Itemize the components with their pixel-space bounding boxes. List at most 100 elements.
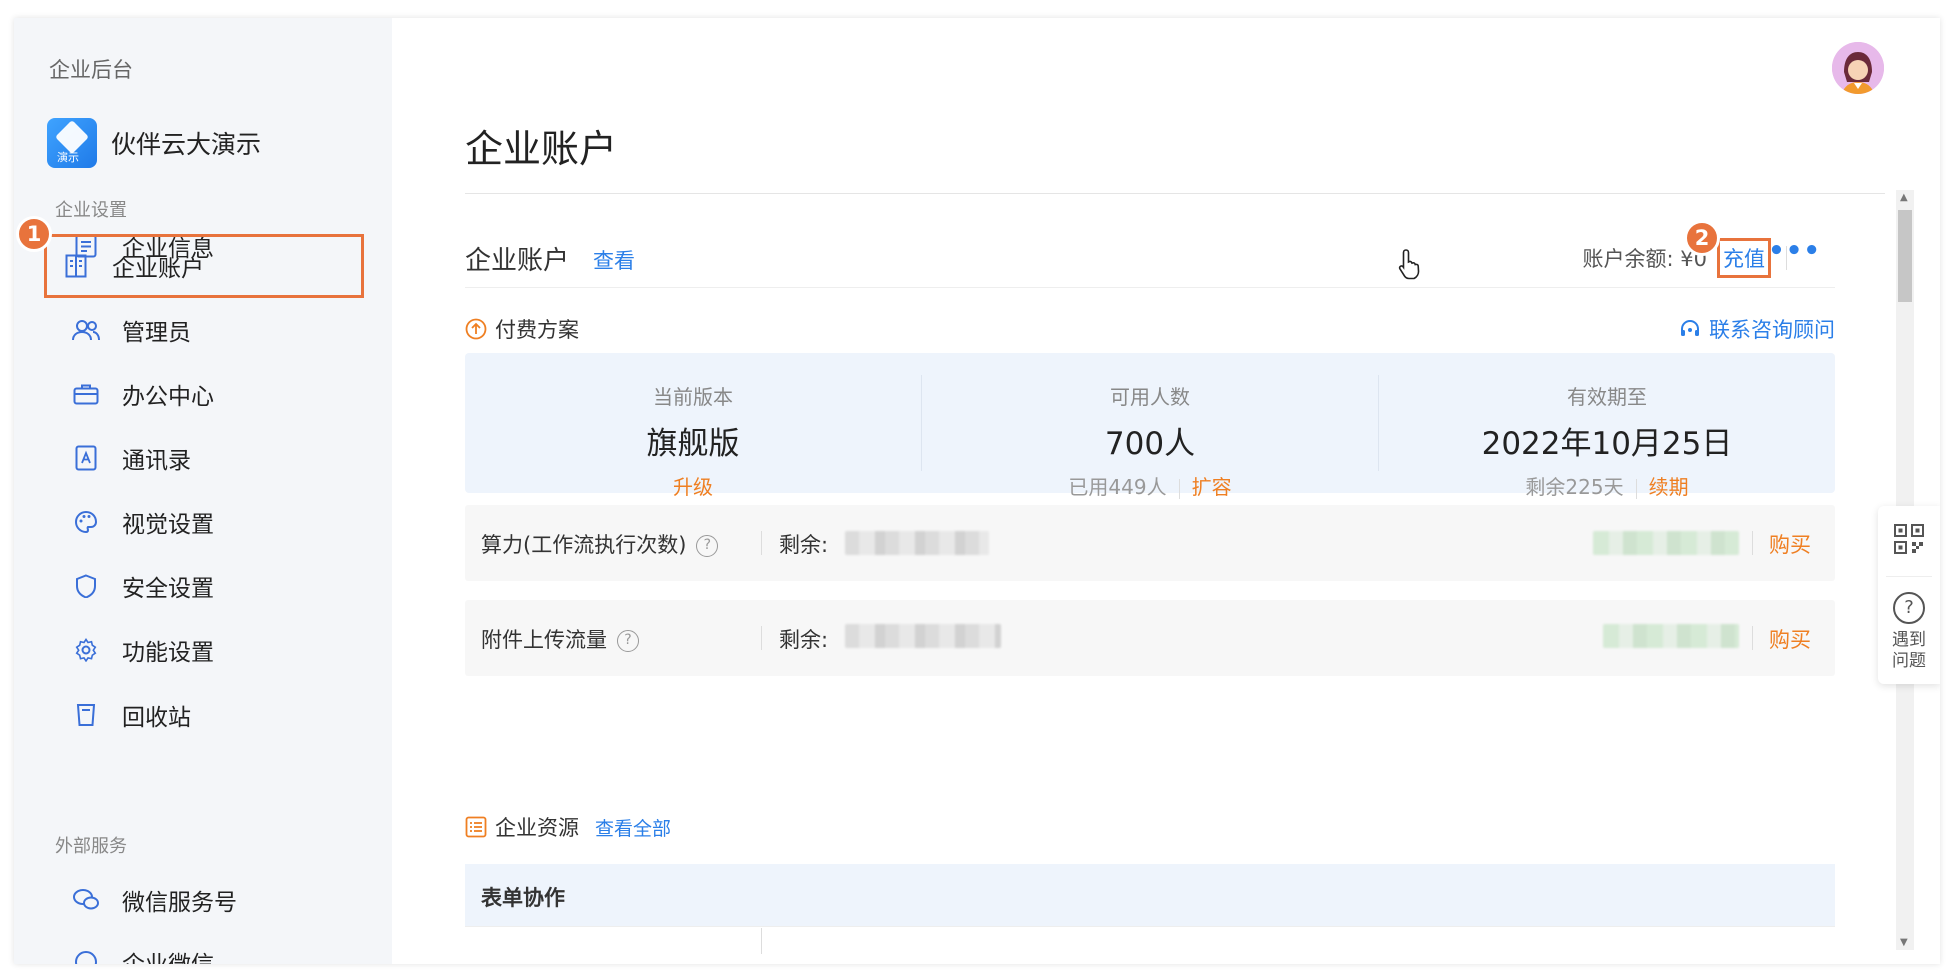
days-remaining: 剩余225天 <box>1525 475 1624 499</box>
resource-name: 算力(工作流执行次数) <box>481 533 687 557</box>
more-options-button[interactable]: ••• <box>1768 236 1821 266</box>
plan-value: 700人 <box>1104 426 1196 462</box>
scroll-up-icon[interactable]: ▲ <box>1900 192 1908 203</box>
sidebar-item-label: 功能设置 <box>122 640 214 666</box>
expand-link[interactable]: 扩容 <box>1192 475 1232 499</box>
sidebar-item-label: 企业微信 <box>122 945 214 964</box>
help-icon[interactable]: ? <box>696 535 719 557</box>
sidebar-item-wechat-service[interactable]: 微信服务号 <box>44 868 364 932</box>
help-icon[interactable]: ? <box>617 630 639 652</box>
redacted-value <box>845 531 989 555</box>
table-header: 表单协作 <box>465 864 1835 926</box>
panel-divider <box>1886 576 1932 577</box>
plan-col-version: 当前版本 旗舰版 升级 <box>465 353 921 499</box>
sidebar-item-label: 通讯录 <box>122 448 191 474</box>
app-window: 企业后台 演示 伙伴云大演示 企业设置 企业信息 企业账户 1 管理员 办公中心… <box>14 18 1940 964</box>
sidebar-item-wework[interactable]: 企业微信 <box>44 930 364 964</box>
contacts-book-icon <box>72 444 100 472</box>
seats-used: 已用449人 <box>1068 475 1167 499</box>
org-logo: 演示 <box>47 118 97 168</box>
resource-remain-label: 剩余: <box>779 533 829 557</box>
org-name: 伙伴云大演示 <box>111 130 262 159</box>
headset-icon <box>1681 320 1699 336</box>
divider <box>1178 478 1180 499</box>
sidebar-item-company-account[interactable]: 企业账户 <box>44 234 364 298</box>
wework-icon <box>72 948 100 964</box>
enterprise-resources-header: 企业资源 查看全部 <box>465 812 671 842</box>
users-icon <box>72 316 100 344</box>
redacted-value <box>1603 624 1739 648</box>
table-column-divider <box>761 928 762 954</box>
scroll-down-icon[interactable]: ▼ <box>1900 937 1908 948</box>
qr-code-icon[interactable] <box>1894 524 1924 558</box>
section-title-external: 外部服务 <box>55 836 127 857</box>
sidebar-item-contacts[interactable]: 通讯录 <box>44 426 364 490</box>
org-switcher[interactable]: 演示 伙伴云大演示 <box>47 118 261 168</box>
palette-icon <box>72 508 100 536</box>
gear-icon <box>72 636 100 664</box>
scrollbar-thumb[interactable] <box>1898 210 1912 302</box>
resource-remain-label: 剩余: <box>779 628 829 652</box>
redacted-value <box>1593 531 1739 555</box>
page-title: 企业账户 <box>465 127 618 171</box>
plan-col-expiry: 有效期至 2022年10月25日 剩余225天 续期 <box>1378 375 1835 499</box>
sidebar-item-feature-settings[interactable]: 功能设置 <box>44 618 364 682</box>
sidebar-top-label: 企业后台 <box>49 58 133 82</box>
resource-name: 附件上传流量 <box>481 628 607 652</box>
upgrade-link[interactable]: 升级 <box>673 475 713 499</box>
resource-row-compute: 算力(工作流执行次数)? 剩余: 购买 <box>465 505 1835 581</box>
sidebar-item-visual-settings[interactable]: 视觉设置 <box>44 490 364 554</box>
org-logo-tag: 演示 <box>57 151 79 164</box>
divider <box>1752 531 1753 555</box>
plan-label: 可用人数 <box>1110 385 1190 409</box>
plan-col-seats: 可用人数 700人 已用449人 扩容 <box>921 375 1378 499</box>
sidebar-item-label: 企业账户 <box>112 256 204 282</box>
divider <box>1635 478 1637 499</box>
sidebar-item-label: 管理员 <box>122 320 191 346</box>
upgrade-arrow-icon <box>465 318 487 340</box>
plan-section-title: 付费方案 <box>495 318 579 342</box>
sidebar-item-admins[interactable]: 管理员 <box>44 298 364 362</box>
shield-icon <box>72 572 100 600</box>
plan-value: 2022年10月25日 <box>1481 426 1733 462</box>
wechat-icon <box>72 886 100 914</box>
divider <box>1752 626 1753 650</box>
plan-label: 有效期至 <box>1567 385 1647 409</box>
plan-summary: 当前版本 旗舰版 升级 可用人数 700人 已用449人 扩容 有效期至 2022… <box>465 353 1835 499</box>
plan-value: 旗舰版 <box>646 426 740 462</box>
account-header: 企业账户 查看 账户余额: ¥0 充值 ••• <box>465 218 1835 288</box>
view-all-link[interactable]: 查看全部 <box>595 814 671 841</box>
resource-row-upload: 附件上传流量? 剩余: 购买 <box>465 600 1835 676</box>
divider <box>761 626 762 650</box>
enterprise-resources-title: 企业资源 <box>495 816 579 840</box>
buy-button[interactable]: 购买 <box>1769 624 1811 654</box>
sidebar-item-label: 安全设置 <box>122 576 214 602</box>
question-icon[interactable]: ? <box>1893 592 1925 624</box>
sidebar: 企业后台 演示 伙伴云大演示 企业设置 企业信息 企业账户 1 管理员 办公中心… <box>14 18 392 964</box>
sidebar-item-security-settings[interactable]: 安全设置 <box>44 554 364 618</box>
building-icon <box>62 252 90 280</box>
sidebar-item-label: 办公中心 <box>122 384 214 410</box>
contact-advisor-label: 联系咨询顾问 <box>1709 318 1835 342</box>
table-divider <box>465 926 1835 927</box>
step-badge-2: 2 <box>1684 220 1720 256</box>
recharge-button[interactable]: 充值 <box>1717 238 1771 278</box>
user-avatar[interactable] <box>1832 42 1884 94</box>
main-content: 企业账户 企业账户 查看 账户余额: ¥0 充值 ••• 付费方案 联系咨询顾问 <box>392 18 1940 964</box>
divider <box>761 531 762 555</box>
account-title: 企业账户 <box>465 246 570 276</box>
help-label[interactable]: 遇到问题 <box>1889 630 1929 672</box>
account-view-link[interactable]: 查看 <box>593 245 635 275</box>
sidebar-item-label: 视觉设置 <box>122 512 214 538</box>
contact-advisor-link[interactable]: 联系咨询顾问 <box>1679 314 1835 344</box>
sidebar-item-office-center[interactable]: 办公中心 <box>44 362 364 426</box>
plan-label: 当前版本 <box>653 385 733 409</box>
redacted-value <box>845 624 1001 648</box>
avatar-person-icon <box>1832 42 1884 94</box>
sidebar-item-recycle-bin[interactable]: 回收站 <box>44 683 364 747</box>
buy-button[interactable]: 购买 <box>1769 529 1811 559</box>
hand-cursor-icon <box>1398 249 1420 280</box>
renew-link[interactable]: 续期 <box>1649 475 1689 499</box>
sidebar-item-label: 微信服务号 <box>122 890 237 916</box>
sidebar-item-label: 回收站 <box>122 705 191 731</box>
